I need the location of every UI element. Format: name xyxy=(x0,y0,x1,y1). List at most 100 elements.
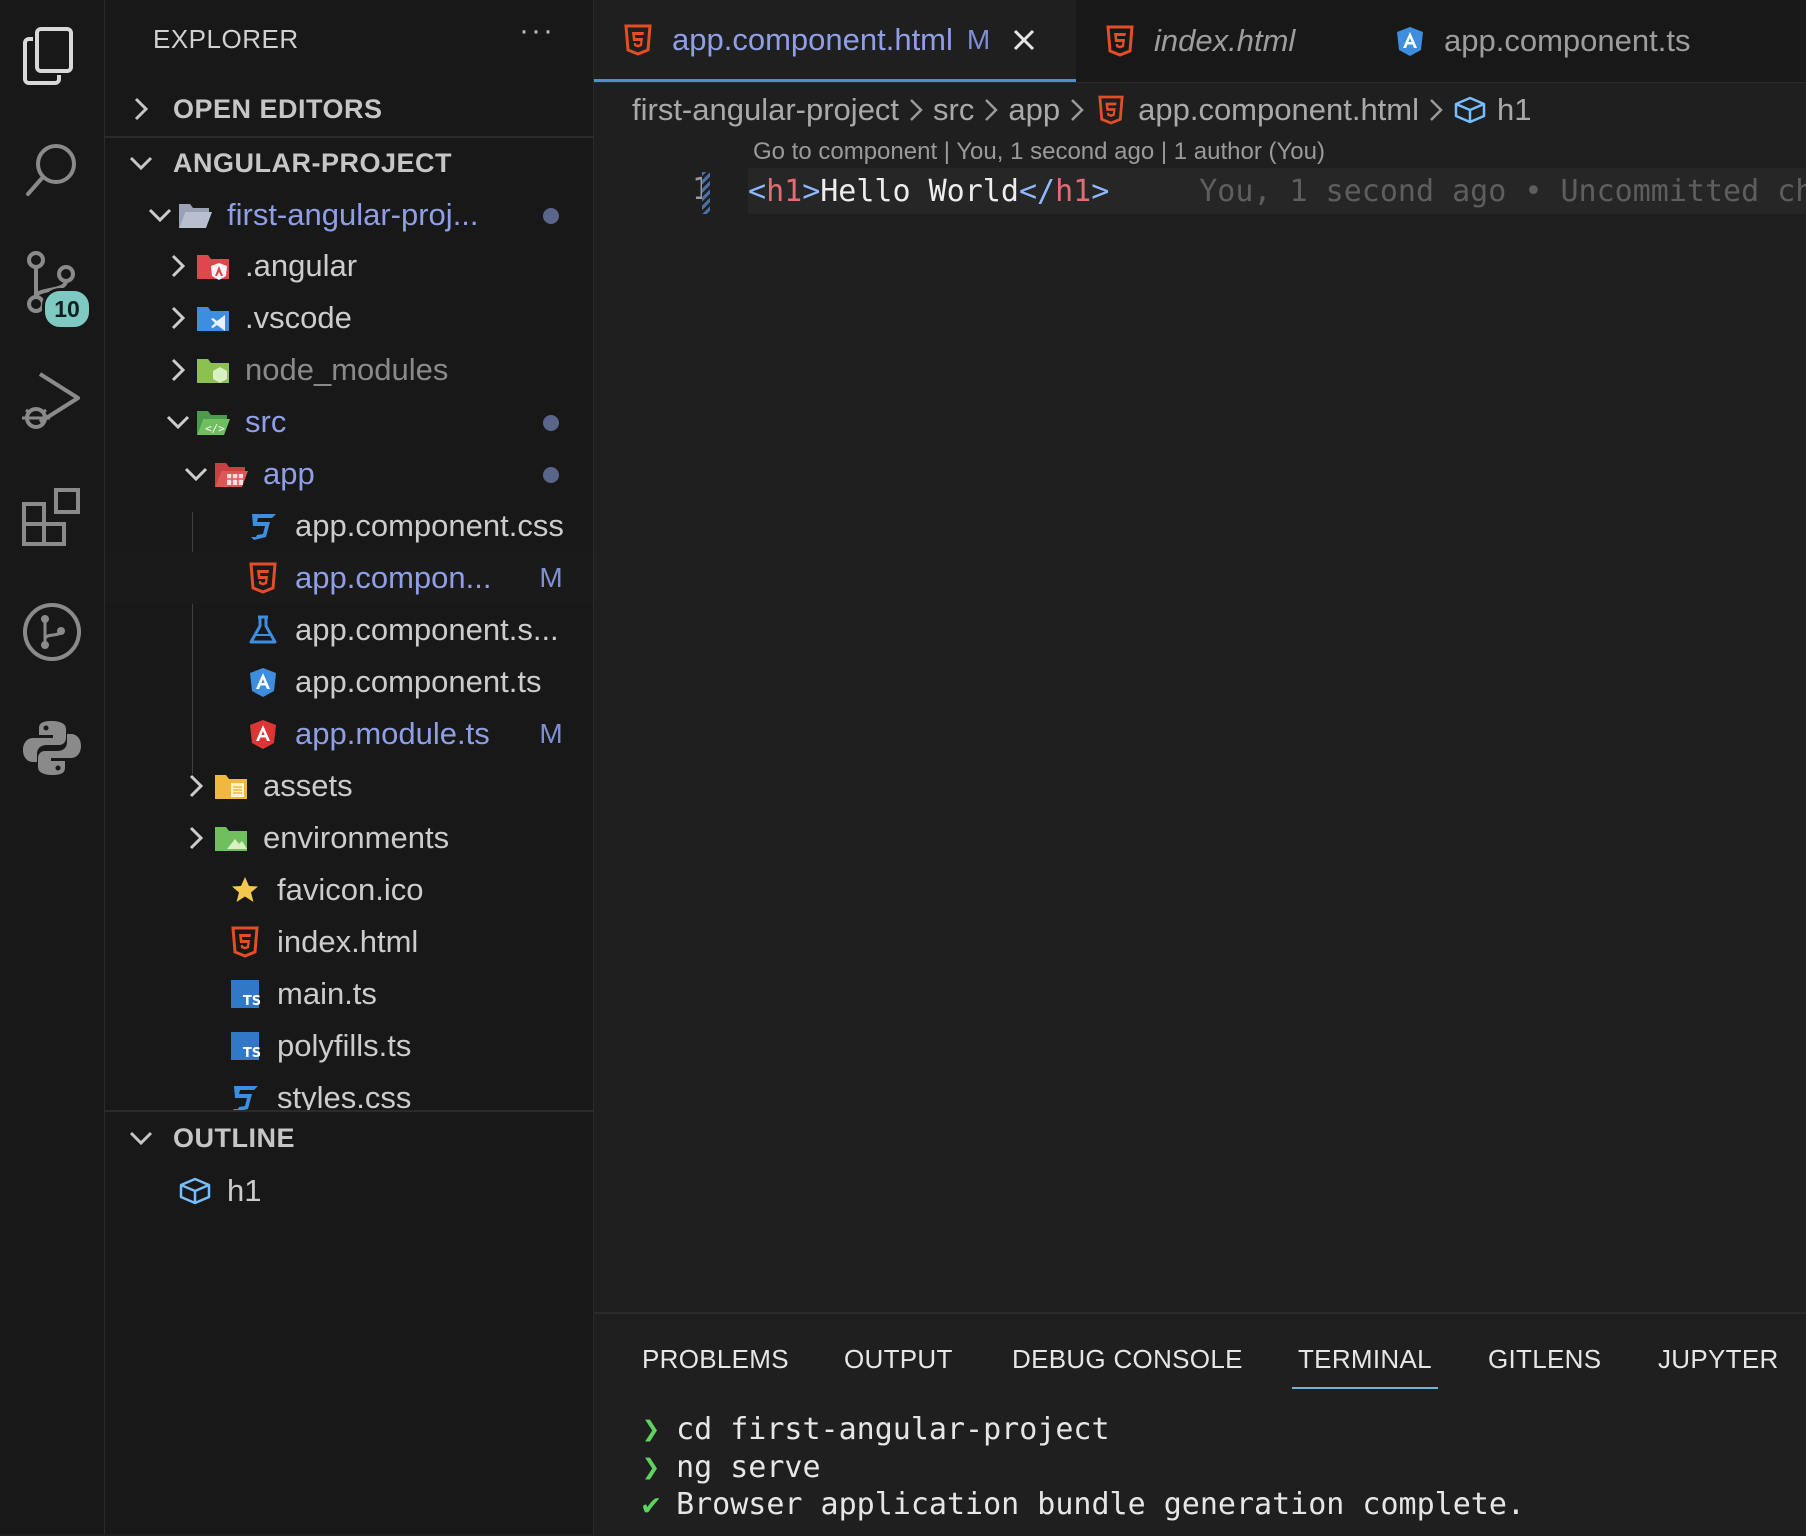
tree-item-environments[interactable]: environments xyxy=(105,812,593,864)
tree-item-first-angular-project[interactable]: first-angular-proj... xyxy=(105,189,593,241)
chevron-right-icon xyxy=(984,98,999,122)
assets-folder-icon xyxy=(213,768,249,804)
chevron-right-icon xyxy=(161,306,195,330)
terminal-line[interactable]: ❯ ng serve xyxy=(642,1450,821,1485)
tab-app-component-ts[interactable]: app.component.ts xyxy=(1366,0,1706,82)
src-folder-icon: </> xyxy=(195,404,231,440)
code-token: > xyxy=(802,173,821,209)
tree-item-label: main.ts xyxy=(277,976,377,1011)
chevron-down-icon xyxy=(105,155,163,171)
python-icon[interactable] xyxy=(14,710,90,786)
tree-item-favicon[interactable]: favicon.ico xyxy=(105,864,593,916)
bottom-panel: PROBLEMS OUTPUT DEBUG CONSOLE TERMINAL G… xyxy=(594,1312,1806,1536)
tab-label: app.component.html xyxy=(672,21,953,57)
search-icon[interactable] xyxy=(14,132,90,208)
tab-gitlens[interactable]: GITLENS xyxy=(1488,1344,1601,1375)
extensions-icon[interactable] xyxy=(14,478,90,554)
tree-item-app-component-html[interactable]: app.compon... M xyxy=(105,552,593,604)
breadcrumb: first-angular-project src app app.compon… xyxy=(594,82,1806,138)
tree-scroll-clip: styles.css xyxy=(105,1072,593,1110)
tree-item-main-ts[interactable]: TS main.ts xyxy=(105,968,593,1020)
environment-folder-icon xyxy=(213,820,249,856)
tree-item-styles-css[interactable]: styles.css xyxy=(105,1072,593,1110)
html-file-icon xyxy=(1104,25,1136,57)
symbol-element-icon xyxy=(1453,95,1487,125)
run-debug-icon[interactable] xyxy=(14,362,90,438)
open-editors-section[interactable]: OPEN EDITORS xyxy=(105,84,593,134)
tree-item-label: app.component.s... xyxy=(295,612,559,647)
code-token: > xyxy=(1091,173,1110,209)
tree-item-app[interactable]: app xyxy=(105,448,593,500)
tree-item-node-modules[interactable]: node_modules xyxy=(105,344,593,396)
tab-app-component-html[interactable]: app.component.html M xyxy=(594,0,1076,82)
tree-item-label: index.html xyxy=(277,924,419,959)
chevron-right-icon xyxy=(1429,98,1443,122)
tree-item-label: assets xyxy=(263,768,353,803)
terminal-text: Browser application bundle generation co… xyxy=(676,1487,1525,1522)
chevron-right-icon xyxy=(105,96,163,122)
breadcrumb-file[interactable]: app.component.html xyxy=(1094,92,1419,128)
tree-item-angular[interactable]: .angular xyxy=(105,240,593,292)
codelens[interactable]: Go to component | You, 1 second ago | 1 … xyxy=(753,138,1325,166)
html-file-icon xyxy=(622,24,654,56)
check-icon: ✔ xyxy=(642,1487,661,1522)
tab-jupyter[interactable]: JUPYTER xyxy=(1658,1344,1779,1375)
code-token: h1 xyxy=(766,173,803,209)
outline-section[interactable]: OUTLINE xyxy=(105,1113,593,1163)
tree-item-label: environments xyxy=(263,820,450,855)
chevron-down-icon xyxy=(143,208,177,222)
section-label: ANGULAR-PROJECT xyxy=(173,147,453,178)
close-icon[interactable] xyxy=(1012,28,1036,52)
code-token: </ xyxy=(1018,173,1056,209)
tab-label: app.component.ts xyxy=(1444,23,1691,58)
section-label: OPEN EDITORS xyxy=(173,93,383,124)
tab-index-html[interactable]: index.html xyxy=(1076,0,1366,82)
files-icon[interactable] xyxy=(14,18,90,94)
tree-item-label: app.component.ts xyxy=(295,664,542,699)
project-section[interactable]: ANGULAR-PROJECT xyxy=(105,138,593,188)
git-graph-icon[interactable] xyxy=(14,594,90,670)
tree-item-app-module-ts[interactable]: app.module.ts M xyxy=(105,708,593,760)
section-label: OUTLINE xyxy=(173,1122,295,1153)
tree-item-assets[interactable]: assets xyxy=(105,760,593,812)
tree-item-polyfills-ts[interactable]: TS polyfills.ts xyxy=(105,1020,593,1072)
symbol-element-icon xyxy=(177,1173,213,1209)
more-actions-icon[interactable]: ··· xyxy=(519,14,555,48)
terminal-line[interactable]: ❯ cd first-angular-project xyxy=(642,1412,1110,1447)
typescript-file-icon: TS xyxy=(227,976,263,1012)
prompt-icon: ❯ xyxy=(642,1450,661,1485)
tree-item-label: src xyxy=(245,404,287,439)
tab-terminal[interactable]: TERMINAL xyxy=(1292,1344,1438,1389)
breadcrumb-item[interactable]: app xyxy=(1008,92,1060,128)
tree-item-label: node_modules xyxy=(245,352,449,387)
breadcrumb-item[interactable]: first-angular-project xyxy=(632,92,899,128)
svg-text:TS: TS xyxy=(243,1046,260,1061)
tab-output[interactable]: OUTPUT xyxy=(844,1344,953,1375)
tree-item-app-component-ts[interactable]: app.component.ts xyxy=(105,656,593,708)
breadcrumb-symbol[interactable]: h1 xyxy=(1453,92,1532,128)
activity-bar: 10 xyxy=(0,0,105,1534)
test-flask-icon xyxy=(245,612,281,648)
chevron-right-icon xyxy=(161,358,195,382)
typescript-file-icon: TS xyxy=(227,1028,263,1064)
tree-item-app-component-css[interactable]: app.component.css xyxy=(105,500,593,552)
css-file-icon xyxy=(227,1080,263,1110)
breadcrumb-item[interactable]: src xyxy=(933,92,974,128)
star-icon xyxy=(227,872,263,908)
outline-item-h1[interactable]: h1 xyxy=(105,1165,593,1217)
modified-badge: M xyxy=(539,718,563,749)
tree-item-label: first-angular-proj... xyxy=(227,197,479,232)
tree-item-app-component-spec[interactable]: app.component.s... xyxy=(105,604,593,656)
tab-problems[interactable]: PROBLEMS xyxy=(642,1344,789,1375)
tree-item-index-html[interactable]: index.html xyxy=(105,916,593,968)
modified-badge: M xyxy=(539,562,563,593)
diff-indicator[interactable] xyxy=(702,172,710,214)
code-line[interactable]: < h1 > Hello World </h1 > You, 1 second ago •… xyxy=(748,168,1806,214)
folder-open-icon xyxy=(177,197,213,233)
tree-item-vscode[interactable]: .vscode xyxy=(105,292,593,344)
tab-debug-console[interactable]: DEBUG CONSOLE xyxy=(1012,1344,1243,1375)
explorer-sidebar: EXPLORER ··· OPEN EDITORS ANGULAR-PROJEC… xyxy=(105,0,594,1534)
tab-label: index.html xyxy=(1154,23,1296,58)
tree-item-src[interactable]: </> src xyxy=(105,396,593,448)
terminal-line[interactable]: ✔ Browser application bundle generation c… xyxy=(642,1487,1525,1522)
